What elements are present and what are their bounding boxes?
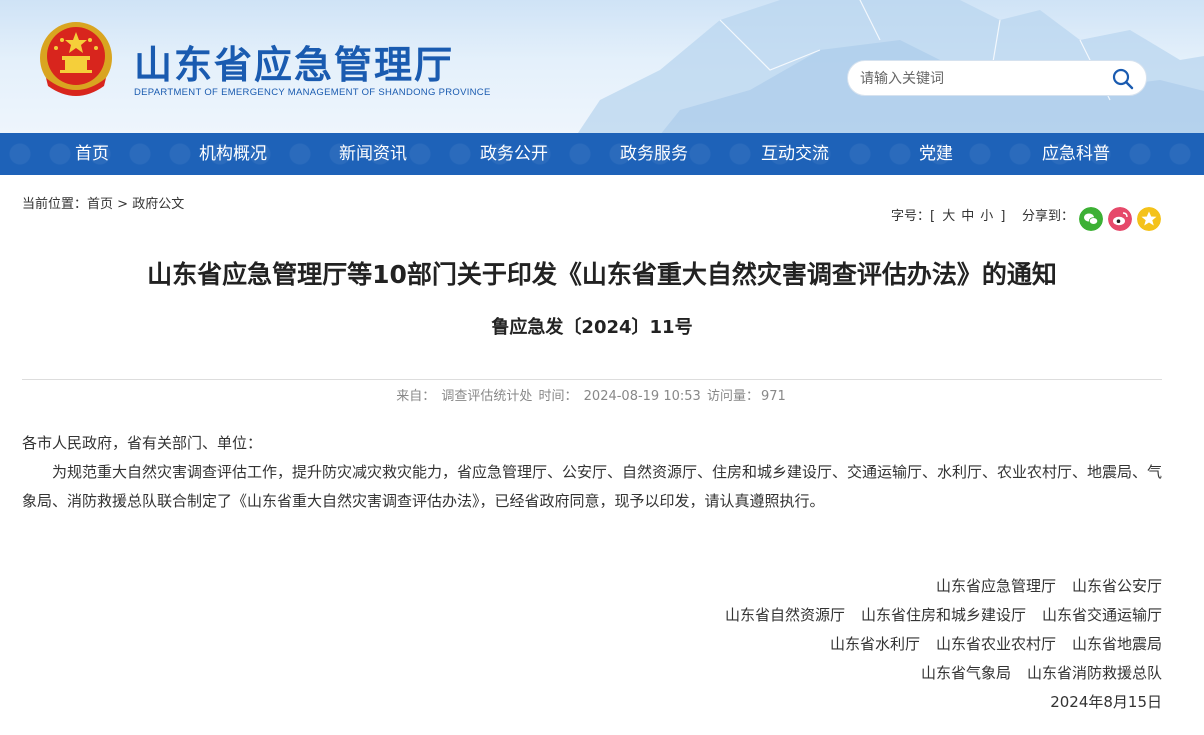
signer-line: 山东省应急管理厅 山东省公安厅 — [709, 572, 1162, 601]
search-input[interactable] — [860, 68, 1110, 90]
signer: 山东省地震局 — [1071, 635, 1162, 653]
nav-item-news[interactable]: 新闻资讯 — [303, 133, 443, 175]
signer: 山东省自然资源厅 — [724, 606, 845, 624]
signer: 山东省水利厅 — [829, 635, 920, 653]
nav-item-gov-services[interactable]: 政务服务 — [584, 133, 724, 175]
site-subtitle: DEPARTMENT OF EMERGENCY MANAGEMENT OF SH… — [134, 87, 491, 98]
signer: 山东省住房和城乡建设厅 — [860, 606, 1026, 624]
signer: 山东省消防救援总队 — [1026, 664, 1162, 682]
font-size-small[interactable]: 小 — [980, 209, 993, 224]
breadcrumb-link-home[interactable]: 首页 — [87, 197, 113, 212]
article-title: 山东省应急管理厅等10部门关于印发《山东省重大自然灾害调查评估办法》的通知 — [147, 260, 1057, 289]
signer-line: 山东省水利厅 山东省农业农村厅 山东省地震局 — [709, 630, 1162, 659]
signer-line: 山东省气象局 山东省消防救援总队 — [709, 659, 1162, 688]
share-label: 分享到： — [1022, 209, 1075, 224]
wechat-icon[interactable] — [1079, 207, 1103, 231]
breadcrumb-link-documents[interactable]: 政府公文 — [132, 197, 184, 212]
font-size-switcher: 字号：[ 大中小 ] — [891, 205, 1006, 224]
meta-time-label: 时间： — [538, 389, 578, 404]
nav-item-home[interactable]: 首页 — [22, 133, 162, 175]
site-title: 山东省应急管理厅 — [134, 43, 455, 87]
signer: 山东省应急管理厅 — [935, 577, 1056, 595]
breadcrumb: 当前位置：首页 > 政府公文 — [22, 193, 184, 212]
signer-line: 山东省自然资源厅 山东省住房和城乡建设厅 山东省交通运输厅 — [709, 601, 1162, 630]
search-icon[interactable] — [1112, 68, 1134, 90]
document-number: 鲁应急发〔2024〕11号 — [491, 317, 693, 338]
signer: 山东省农业农村厅 — [935, 635, 1056, 653]
weibo-icon[interactable] — [1108, 207, 1132, 231]
nav-item-gov-affairs[interactable]: 政务公开 — [444, 133, 584, 175]
font-size-medium[interactable]: 中 — [961, 209, 974, 224]
breadcrumb-separator: > — [117, 197, 129, 212]
signer: 山东省公安厅 — [1071, 577, 1162, 595]
article-salutation: 各市人民政府，省有关部门、单位： — [22, 434, 263, 452]
meta-source-label: 来自： — [396, 389, 436, 404]
nav-item-about[interactable]: 机构概况 — [163, 133, 303, 175]
font-size-bracket-open: [ — [930, 209, 936, 224]
nav-item-party[interactable]: 党建 — [866, 133, 1006, 175]
search-box — [847, 60, 1147, 96]
meta-views-label: 访问量： — [706, 389, 759, 404]
nav-item-science[interactable]: 应急科普 — [1006, 133, 1146, 175]
qzone-star-icon[interactable] — [1137, 207, 1161, 231]
meta-views: 971 — [760, 389, 786, 404]
meta-source: 调查评估统计处 — [441, 389, 533, 404]
signer: 山东省交通运输厅 — [1041, 606, 1162, 624]
font-size-bracket-close: ] — [1000, 209, 1006, 224]
meta-time: 2024-08-19 10:53 — [583, 389, 701, 404]
sign-date: 2024年8月15日 — [1050, 693, 1162, 711]
signers-block: 山东省应急管理厅 山东省公安厅 山东省自然资源厅 山东省住房和城乡建设厅 山东省交通运… — [709, 572, 1162, 717]
article-paragraph: 为规范重大自然灾害调查评估工作，提升防灾减灾救灾能力，省应急管理厅、公安厅、自然… — [22, 463, 1163, 510]
national-emblem-icon — [40, 22, 112, 96]
site-header: 山东省应急管理厅 DEPARTMENT OF EMERGENCY MANAGEM… — [0, 0, 1204, 133]
nav-item-interaction[interactable]: 互动交流 — [725, 133, 865, 175]
title-divider — [22, 379, 1162, 380]
article-meta: 来自： 调查评估统计处 时间： 2024-08-19 10:53 访问量： 971 — [0, 385, 1184, 404]
main-nav: 首页 机构概况 新闻资讯 政务公开 政务服务 互动交流 党建 应急科普 — [0, 133, 1204, 175]
breadcrumb-label: 当前位置： — [22, 197, 88, 212]
font-size-large[interactable]: 大 — [942, 209, 955, 224]
signer: 山东省气象局 — [920, 664, 1011, 682]
font-size-label: 字号： — [891, 209, 931, 224]
